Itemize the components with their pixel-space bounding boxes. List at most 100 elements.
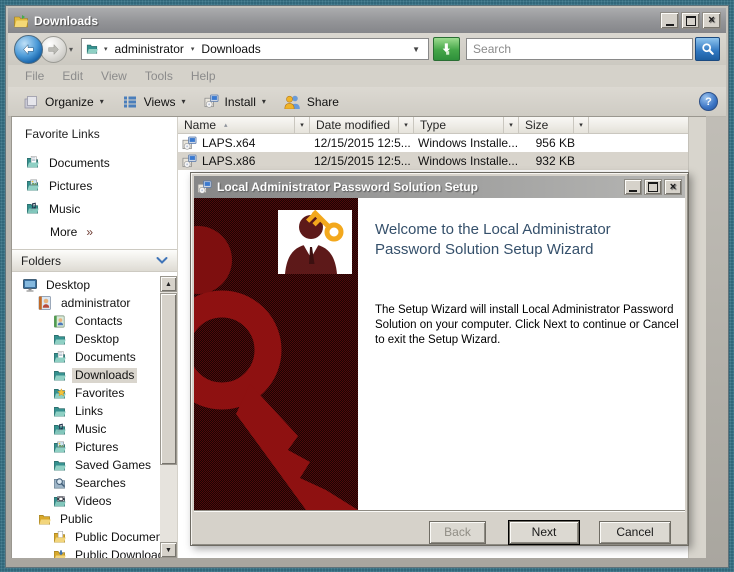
minimize-button[interactable] <box>660 12 679 29</box>
file-row-laps-x86[interactable]: LAPS.x86 12/15/2015 12:5... Windows Instal… <box>178 152 688 170</box>
tree-item-music[interactable]: Music <box>12 420 160 438</box>
file-name: LAPS.x64 <box>202 136 256 150</box>
maximize-button[interactable] <box>681 12 700 29</box>
close-button[interactable]: × <box>702 12 721 29</box>
dialog-close-button[interactable]: × <box>664 179 682 195</box>
favorite-link-pictures[interactable]: Pictures <box>12 174 177 197</box>
search-button[interactable] <box>695 37 720 61</box>
tree-item-searches[interactable]: Searches <box>12 474 160 492</box>
maximize-icon <box>648 182 658 192</box>
tree-item-public[interactable]: Public <box>12 510 160 528</box>
column-header-size[interactable]: Size ▾ <box>519 117 589 134</box>
file-name-cell: LAPS.x64 <box>178 136 310 151</box>
tree-item-pictures[interactable]: Pictures <box>12 438 160 456</box>
explorer-title-bar[interactable]: Downloads × <box>8 8 726 33</box>
tree-item-downloads[interactable]: Downloads <box>12 366 160 384</box>
tree-item-label: Desktop <box>46 277 91 292</box>
tree-item-label: Public <box>60 511 93 526</box>
column-dropdown-icon[interactable]: ▾ <box>573 117 588 133</box>
file-list-rows: LAPS.x64 12/15/2015 12:5... Windows Instal… <box>178 134 688 170</box>
more-chevron-icon: » <box>86 225 93 239</box>
search-input[interactable]: Search <box>466 38 693 60</box>
cancel-button[interactable]: Cancel <box>599 521 671 544</box>
column-header-type[interactable]: Type ▾ <box>414 117 519 134</box>
dialog-button-bar: Back Next Cancel <box>194 512 685 544</box>
tree-item-saved-games[interactable]: Saved Games <box>12 456 160 474</box>
tree-item-label: Saved Games <box>75 457 152 472</box>
menu-edit[interactable]: Edit <box>53 67 92 85</box>
next-button[interactable]: Next <box>509 521 579 544</box>
favorite-links-more[interactable]: More » <box>12 220 177 249</box>
tree-item-contacts[interactable]: Contacts <box>12 312 160 330</box>
menu-help[interactable]: Help <box>182 67 225 85</box>
breadcrumb-administrator[interactable]: administrator <box>113 41 186 57</box>
toolbar-views-button[interactable]: Views ▾ <box>113 91 195 113</box>
help-button[interactable]: ? <box>699 92 718 111</box>
organize-icon <box>23 94 39 110</box>
tree-item-public-documents[interactable]: Public Documents <box>12 528 160 546</box>
column-header-name[interactable]: Name ▴ ▾ <box>178 117 310 134</box>
videos-icon <box>52 494 67 509</box>
navigation-bar: ▾ ▾ administrator ▾ Downloads ▼ Search <box>8 33 726 65</box>
folder-tree: Desktop administrator Contacts Desktop Docum… <box>12 276 177 558</box>
refresh-button[interactable] <box>433 37 461 61</box>
tree-item-links[interactable]: Links <box>12 402 160 420</box>
maximize-icon <box>685 15 696 26</box>
dropdown-arrow-icon: ▾ <box>181 97 186 106</box>
views-icon <box>122 94 138 110</box>
public-documents-icon <box>52 530 67 545</box>
tree-item-public-downloads[interactable]: Public Downloads <box>12 546 160 558</box>
folder-icon <box>52 404 67 419</box>
toolbar-share-button[interactable]: Share <box>275 91 348 112</box>
forward-button[interactable] <box>40 35 67 63</box>
music-icon <box>25 201 40 216</box>
file-row-laps-x64[interactable]: LAPS.x64 12/15/2015 12:5... Windows Instal… <box>178 134 688 152</box>
tree-item-documents[interactable]: Documents <box>12 348 160 366</box>
tree-scrollbar[interactable]: ▲ ▼ <box>160 276 177 558</box>
address-dropdown-icon[interactable]: ▼ <box>407 45 425 54</box>
column-header-date-modified[interactable]: Date modified ▾ <box>310 117 414 134</box>
toolbar-organize-button[interactable]: Organize ▾ <box>14 91 113 113</box>
dialog-maximize-button[interactable] <box>644 179 662 195</box>
sidebar: Favorite Links Documents Pictures Music Mo… <box>12 117 178 558</box>
tree-item-videos[interactable]: Videos <box>12 492 160 510</box>
scroll-up-button[interactable]: ▲ <box>160 276 177 292</box>
desktop: { "window": { "title": "Downloads", "con… <box>0 0 734 572</box>
public-downloads-icon <box>52 548 67 558</box>
tree-item-desktop[interactable]: Desktop <box>12 276 160 294</box>
dialog-title-bar[interactable]: Local Administrator Password Solution Se… <box>194 176 685 198</box>
column-dropdown-icon[interactable]: ▾ <box>398 117 413 133</box>
tree-item-label: Favorites <box>75 385 125 400</box>
help-icon: ? <box>705 95 712 108</box>
tree-item-favorites[interactable]: Favorites <box>12 384 160 402</box>
folders-band[interactable]: Folders <box>12 249 177 272</box>
back-button-wizard[interactable]: Back <box>429 521 486 544</box>
toolbar-install-button[interactable]: Install ▾ <box>195 91 275 112</box>
wizard-heading: Welcome to the Local Administrator Passw… <box>375 221 611 259</box>
laps-artwork-panel <box>162 198 358 510</box>
menu-view[interactable]: View <box>92 67 136 85</box>
breadcrumb-separator-icon: ▾ <box>190 46 195 53</box>
searches-icon <box>52 476 67 491</box>
favorite-link-documents[interactable]: Documents <box>12 151 177 174</box>
tree-item-administrator[interactable]: administrator <box>12 294 160 312</box>
folder-yellow-icon <box>37 512 52 527</box>
recent-pages-dropdown[interactable]: ▾ <box>67 45 77 54</box>
favorite-link-music[interactable]: Music <box>12 197 177 220</box>
column-dropdown-icon[interactable]: ▾ <box>294 117 309 133</box>
address-bar[interactable]: ▾ administrator ▾ Downloads ▼ <box>81 38 430 60</box>
dialog-minimize-button[interactable] <box>624 179 642 195</box>
tree-item-desktop[interactable]: Desktop <box>12 330 160 348</box>
toolbar: Organize ▾ Views ▾ Install ▾ Share ? <box>8 87 726 117</box>
back-button[interactable] <box>14 34 43 64</box>
scrollbar-thumb[interactable] <box>160 293 177 465</box>
favorites-icon <box>52 386 67 401</box>
folders-band-label: Folders <box>21 253 62 268</box>
menu-file[interactable]: File <box>16 67 53 85</box>
menu-tools[interactable]: Tools <box>136 67 182 85</box>
breadcrumb-downloads[interactable]: Downloads <box>199 41 262 57</box>
scroll-down-button[interactable]: ▼ <box>160 542 177 558</box>
dialog-title: Local Administrator Password Solution Se… <box>217 180 478 194</box>
more-label: More <box>50 225 78 239</box>
column-dropdown-icon[interactable]: ▾ <box>503 117 518 133</box>
